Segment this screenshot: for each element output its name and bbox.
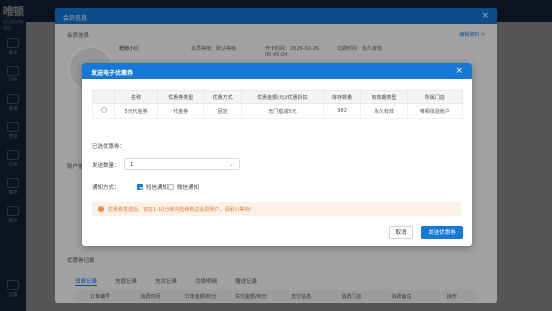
warning-icon: !	[98, 206, 104, 212]
cell-name: 5元代金券	[113, 103, 159, 119]
col-stock: 库存数量	[322, 90, 362, 104]
cancel-button[interactable]: 取消	[389, 226, 413, 239]
send-coupon-dialog: 发送电子优惠券 × 名称 优惠券类型 优惠方式 优惠金额(元)/优惠折扣 库存数…	[82, 63, 472, 246]
quantity-select[interactable]: 1 ⌄	[124, 158, 240, 170]
dialog-header: 发送电子优惠券 ×	[82, 63, 472, 79]
table-row[interactable]: 5元代金券 代金券 固定 无门槛减5元 982 永久有效 唯顿体验账户	[92, 103, 464, 119]
dialog-title: 发送电子优惠券	[91, 70, 134, 77]
quantity-label: 发送数量：	[92, 163, 120, 169]
sms-notify-checkbox[interactable]: 短信通知	[137, 183, 168, 191]
cell-amount: 无门槛减5元	[240, 103, 324, 119]
col-select	[92, 90, 115, 104]
send-coupon-button[interactable]: 发送优惠券	[421, 226, 463, 239]
col-amount: 优惠金额(元)/优惠折扣	[240, 90, 324, 104]
col-validity: 有效期类型	[360, 90, 408, 104]
coupon-table: 名称 优惠券类型 优惠方式 优惠金额(元)/优惠折扣 库存数量 有效期类型 所属…	[92, 90, 464, 119]
wechat-notify-checkbox[interactable]: 微信通知	[168, 183, 199, 191]
cell-type: 代金券	[157, 103, 205, 119]
col-method: 优惠方式	[203, 90, 242, 104]
close-icon[interactable]: ×	[455, 66, 463, 76]
cell-store: 唯顿体验账户	[406, 103, 464, 119]
col-store: 所属门店	[406, 90, 464, 104]
checkbox-icon	[168, 184, 174, 190]
warning-text: 优惠券发送后，将在1-10分钟内陆续到达会员账户，请耐心等待！	[108, 206, 255, 213]
col-name: 名称	[113, 90, 159, 104]
notify-label: 通知方式：	[92, 185, 120, 191]
quantity-value: 1	[130, 162, 134, 168]
cell-stock: 982	[322, 103, 362, 119]
cell-method: 固定	[203, 103, 242, 119]
coupon-table-header: 名称 优惠券类型 优惠方式 优惠金额(元)/优惠折扣 库存数量 有效期类型 所属…	[92, 90, 464, 104]
col-type: 优惠券类型	[157, 90, 205, 104]
radio-icon	[100, 107, 107, 113]
row-radio[interactable]	[92, 103, 115, 119]
selected-coupon-label: 已选优惠券：	[92, 144, 126, 150]
sms-notify-label: 短信通知	[146, 185, 169, 191]
cell-validity: 永久有效	[360, 103, 408, 119]
checkbox-checked-icon	[137, 184, 143, 190]
chevron-down-icon: ⌄	[228, 161, 234, 168]
warning-banner: ! 优惠券发送后，将在1-10分钟内陆续到达会员账户，请耐心等待！	[92, 202, 461, 216]
wechat-notify-label: 微信通知	[177, 185, 200, 191]
